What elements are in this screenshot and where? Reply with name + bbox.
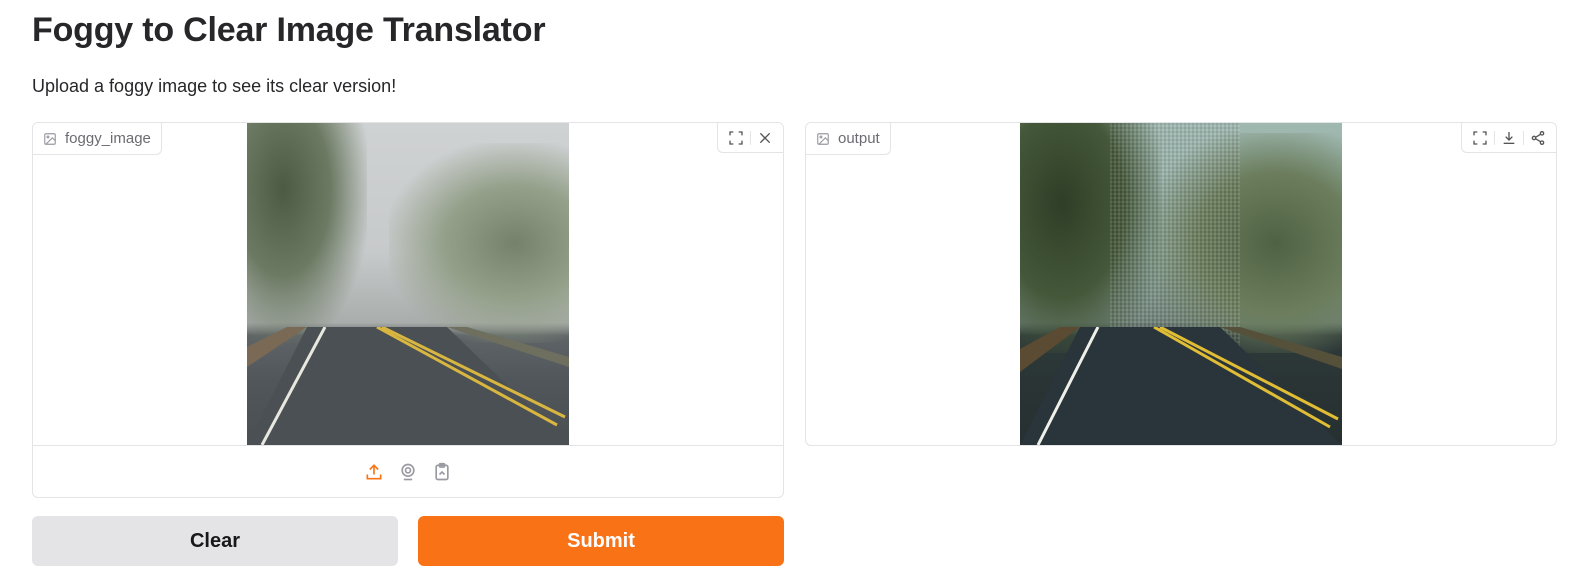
submit-button[interactable]: Submit: [418, 516, 784, 566]
upload-icon: [366, 463, 382, 479]
output-toolbar: [1461, 123, 1556, 153]
page-title: Foggy to Clear Image Translator: [32, 11, 546, 49]
output-image-area: [806, 123, 1556, 445]
foggy-road-image: [247, 123, 569, 445]
share-icon: [1531, 130, 1545, 145]
image-icon: [44, 132, 56, 145]
output-label: output: [838, 130, 880, 147]
input-toolbar: [717, 123, 783, 153]
paste-clipboard-button[interactable]: [431, 461, 453, 483]
webcam-icon: [401, 463, 415, 480]
image-source-bar: [33, 445, 783, 497]
fullscreen-icon: [729, 130, 743, 145]
download-button[interactable]: [1495, 124, 1523, 152]
clear-road-image: [1020, 123, 1342, 445]
fullscreen-icon: [1473, 130, 1487, 145]
fullscreen-button[interactable]: [1466, 124, 1494, 152]
input-label: foggy_image: [65, 130, 151, 147]
download-icon: [1503, 131, 1515, 144]
clipboard-icon: [435, 462, 449, 480]
fullscreen-button[interactable]: [722, 124, 750, 152]
output-label-chip: output: [806, 123, 891, 155]
upload-button[interactable]: [363, 461, 385, 483]
remove-image-button[interactable]: [751, 124, 779, 152]
foggy-image-input-panel: foggy_image: [32, 122, 784, 498]
close-icon: [759, 132, 771, 143]
input-image-area[interactable]: [33, 123, 783, 445]
webcam-button[interactable]: [397, 461, 419, 483]
output-image-panel: output: [805, 122, 1557, 446]
page-description: Upload a foggy image to see its clear ve…: [32, 76, 397, 96]
image-icon: [817, 132, 829, 145]
input-label-chip: foggy_image: [33, 123, 162, 155]
clear-button[interactable]: Clear: [32, 516, 398, 566]
share-button[interactable]: [1524, 124, 1552, 152]
